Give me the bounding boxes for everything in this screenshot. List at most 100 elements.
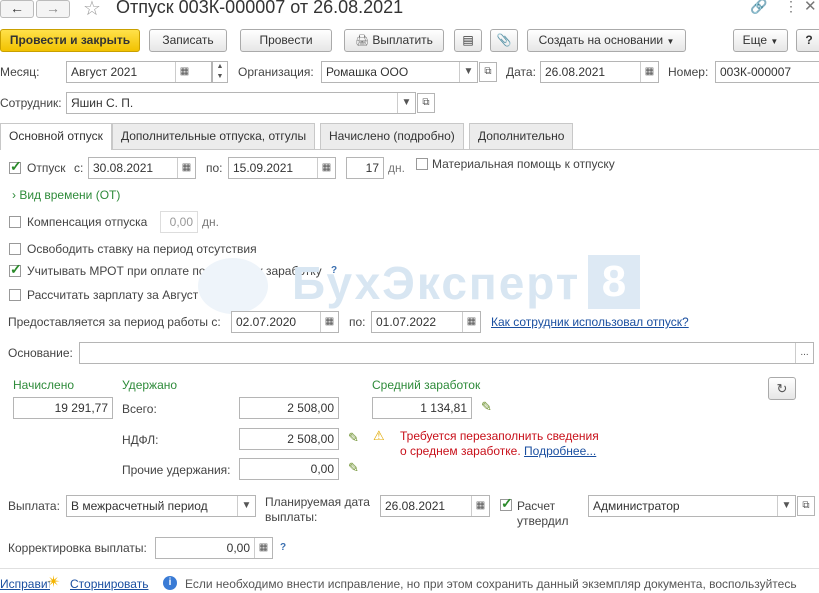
fix-link[interactable]: Исправить (0, 577, 50, 591)
compensation-checkbox[interactable] (9, 216, 21, 228)
dropdown-icon[interactable]: ▼ (777, 496, 795, 516)
material-help-checkbox[interactable] (416, 158, 428, 170)
ellipsis-icon[interactable]: ... (795, 343, 813, 363)
calendar-icon[interactable]: ▦ (177, 158, 195, 178)
release-rate-checkbox[interactable] (9, 243, 21, 255)
employee-field[interactable]: Яшин С. П. ▼ (66, 92, 416, 114)
calendar-icon[interactable]: ▦ (320, 312, 338, 332)
calendar-icon[interactable]: ▦ (640, 62, 658, 82)
total-withheld-label: Всего: (122, 402, 157, 416)
refresh-button[interactable]: ↻ (768, 377, 796, 400)
edit-ndfl-pencil-icon[interactable]: ✎ (348, 430, 359, 446)
approver-field[interactable]: Администратор ▼ (588, 495, 796, 517)
payment-adjustment-label: Корректировка выплаты: (8, 541, 147, 555)
warning-details-link[interactable]: Подробнее... (524, 444, 596, 458)
chevron-down-icon: ▼ (770, 37, 779, 46)
time-kind-label: Вид времени (ОТ) (19, 188, 121, 202)
payment-adjustment-field[interactable]: 0,00 ▦ (155, 537, 273, 559)
vacation-days-unit: дн. (388, 161, 405, 175)
period-to-value: 01.07.2022 (376, 315, 437, 329)
date-label: Дата: (506, 65, 536, 79)
accrued-heading: Начислено (13, 378, 75, 392)
tab-main-vacation[interactable]: Основной отпуск (0, 123, 112, 150)
period-from-field[interactable]: 02.07.2020 ▦ (231, 311, 339, 333)
close-icon[interactable]: ✕ (804, 0, 817, 15)
create-based-on-button[interactable]: Создать на основании ▼ (527, 29, 686, 52)
watermark: БухЭксперт (292, 257, 581, 309)
save-button[interactable]: Записать (149, 29, 227, 52)
approved-checkbox[interactable] (500, 495, 513, 512)
warning-text-2: о среднем заработке. (400, 444, 521, 458)
link-icon[interactable]: 🔗 (750, 0, 767, 15)
back-button[interactable]: ← (0, 0, 34, 18)
tab-additional[interactable]: Дополнительно (469, 123, 574, 149)
vacation-days-field[interactable]: 17 (346, 157, 384, 179)
calc-salary-checkbox[interactable] (9, 289, 21, 301)
paperclip-icon: 📎 (496, 33, 512, 47)
vacation-from-value: 30.08.2021 (93, 161, 154, 175)
pay-button[interactable]: 🖨 Выплатить (344, 29, 444, 52)
help-button[interactable]: ? (796, 29, 819, 52)
vacation-from-label: с: (74, 161, 84, 175)
forward-button[interactable]: → (36, 0, 70, 18)
open-approver-icon[interactable]: ⧉ (797, 496, 815, 516)
storno-link[interactable]: Сторнировать (70, 577, 148, 591)
ndfl-value: 2 508,00 (239, 428, 339, 450)
payment-value: В межрасчетный период (71, 499, 208, 513)
period-to-field[interactable]: 01.07.2022 ▦ (371, 311, 481, 333)
post-button[interactable]: Провести (240, 29, 332, 52)
vacation-label: Отпуск (27, 161, 66, 175)
date-field[interactable]: 26.08.2021 ▦ (540, 61, 659, 83)
refresh-icon: ↻ (776, 381, 788, 396)
attach-button[interactable]: 📎 (490, 29, 518, 52)
vacation-to-field[interactable]: 15.09.2021 ▦ (228, 157, 336, 179)
calendar-icon[interactable]: ▦ (317, 158, 335, 178)
dropdown-icon[interactable]: ▼ (237, 496, 255, 516)
post-and-close-button[interactable]: Провести и закрыть (0, 29, 140, 52)
vacation-from-field[interactable]: 30.08.2021 ▦ (88, 157, 196, 179)
date-value: 26.08.2021 (545, 65, 606, 79)
period-from-value: 02.07.2020 (236, 315, 297, 329)
vacation-checkbox[interactable] (9, 158, 22, 175)
payment-field[interactable]: В межрасчетный период ▼ (66, 495, 256, 517)
organization-label: Организация: (238, 65, 314, 79)
payment-adjustment-value: 0,00 (226, 541, 250, 555)
mrot-label: Учитывать МРОТ при оплате по среднему за… (27, 264, 322, 278)
organization-field[interactable]: Ромашка ООО ▼ (321, 61, 478, 83)
vacation-usage-link[interactable]: Как сотрудник использовал отпуск? (491, 315, 689, 329)
month-field[interactable]: Август 2021 ▦ (66, 61, 212, 83)
number-label: Номер: (668, 65, 709, 79)
number-field[interactable]: 003К-000007 (715, 61, 819, 83)
tab-additional-vacations[interactable]: Дополнительные отпуска, отгулы (112, 123, 316, 149)
vacation-to-value: 15.09.2021 (233, 161, 294, 175)
edit-other-pencil-icon[interactable]: ✎ (348, 460, 359, 476)
dropdown-icon[interactable]: ▼ (397, 93, 415, 113)
list-icon-button[interactable]: ▤ (454, 29, 482, 52)
more-vertical-icon[interactable]: ⋮ (784, 0, 798, 15)
calendar-icon[interactable]: ▦ (462, 312, 480, 332)
dropdown-icon[interactable]: ▼ (459, 62, 477, 82)
adjustment-help-icon[interactable]: ? (280, 542, 286, 553)
pay-icon: 🖨 (355, 35, 370, 47)
chevron-right-icon: › (12, 188, 16, 202)
compensation-unit: дн. (202, 215, 219, 229)
mrot-checkbox[interactable] (9, 261, 22, 278)
calendar-icon[interactable]: ▦ (471, 496, 489, 516)
withheld-heading: Удержано (122, 378, 178, 392)
edit-average-pencil-icon[interactable]: ✎ (481, 399, 492, 415)
planned-date-field[interactable]: 26.08.2021 ▦ (380, 495, 490, 517)
time-kind-toggle[interactable]: › Вид времени (ОТ) (12, 188, 120, 202)
average-earnings-heading: Средний заработок (372, 378, 481, 392)
month-stepper[interactable]: ▲ ▼ (212, 61, 228, 83)
calculator-icon[interactable]: ▦ (254, 538, 272, 558)
material-help-label: Материальная помощь к отпуску (432, 157, 615, 171)
basis-field[interactable]: ... (79, 342, 814, 364)
more-button[interactable]: Еще ▼ (733, 29, 788, 52)
favorite-star-icon[interactable]: ☆ (83, 0, 101, 21)
open-organization-icon[interactable]: ⧉ (479, 62, 497, 82)
tab-accrued-detailed[interactable]: Начислено (подробно) (320, 123, 464, 149)
calendar-icon[interactable]: ▦ (175, 62, 193, 82)
open-employee-icon[interactable]: ⧉ (417, 93, 435, 113)
tabs-baseline (0, 149, 819, 150)
compensation-field[interactable]: 0,00 (160, 211, 198, 233)
